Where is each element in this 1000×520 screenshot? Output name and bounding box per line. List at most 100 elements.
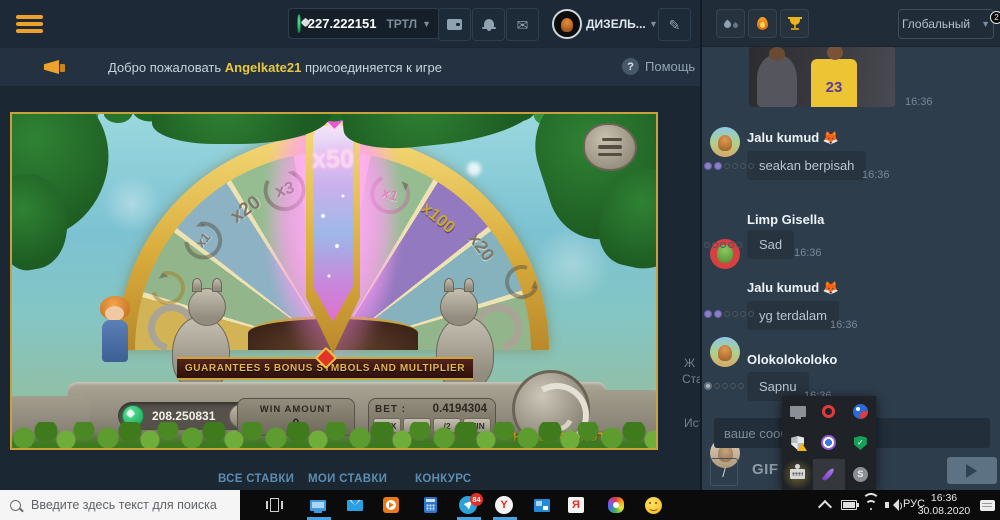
tab-my-bets[interactable]: МОИ СТАВКИ <box>308 473 387 485</box>
avatar[interactable] <box>710 337 740 367</box>
fire-icon <box>757 17 768 30</box>
trophy-icon <box>788 17 802 30</box>
balance-box[interactable]: 227.222151 ТРТЛ ▼ <box>288 8 440 39</box>
photo-jersey: 23 <box>811 59 857 107</box>
hot-button[interactable] <box>748 9 777 38</box>
tray-shield-check-icon[interactable]: ✓ <box>845 427 876 458</box>
tray-chevron-up[interactable] <box>812 490 838 520</box>
wallet-button[interactable] <box>438 8 471 41</box>
level-dots <box>704 242 742 248</box>
telegram-badge: 84 <box>470 493 483 506</box>
level-dots <box>704 310 754 318</box>
light-spot <box>102 174 162 234</box>
coin-icon <box>297 14 301 33</box>
message-author[interactable]: Olokolokoloko <box>747 352 837 367</box>
bet-value: 0.4194304 <box>433 403 487 415</box>
taskbar-app-emoji[interactable] <box>640 490 666 520</box>
message-time: 16:36 <box>830 319 858 331</box>
message-bubble: seakan berpisah <box>747 151 866 180</box>
tray-defender-warning-icon[interactable] <box>782 427 813 458</box>
tray-display-icon[interactable] <box>782 396 813 427</box>
hamburger-menu-icon[interactable] <box>16 12 43 36</box>
taskbar-search[interactable]: Введите здесь текст для поиска <box>0 490 240 520</box>
notification-bar: Добро пожаловать Angelkate21 присоединяе… <box>0 48 700 86</box>
bet-label: BET : <box>375 404 406 415</box>
taskbar-app-mail[interactable] <box>342 490 368 520</box>
notifications-button[interactable] <box>472 8 505 41</box>
messages-button[interactable]: ✉ <box>506 8 539 41</box>
megaphone-icon <box>44 58 66 76</box>
photo-figure <box>769 47 785 61</box>
taskbar-app-photos[interactable] <box>529 490 555 520</box>
tray-browser-icon[interactable] <box>845 396 876 427</box>
notification-text: Добро пожаловать Angelkate21 присоединяе… <box>108 60 442 75</box>
wheel-label-x1-left: x1 <box>193 230 214 251</box>
taskbar-app-yandex-browser[interactable]: Y <box>491 490 517 520</box>
search-placeholder: Введите здесь текст для поиска <box>31 498 217 512</box>
taskbar-app-calculator[interactable] <box>417 490 443 520</box>
task-view-button[interactable] <box>261 490 287 520</box>
main-column: 227.222151 ТРТЛ ▼ ✉ ДИЗЕЛЬ... ▼ ✎ Добро … <box>0 0 700 490</box>
taskbar-app-telegram[interactable]: 84 <box>455 490 481 520</box>
notification-username[interactable]: Angelkate21 <box>225 60 302 75</box>
level-dots <box>704 382 744 390</box>
tray-touch-keyboard-icon[interactable] <box>782 459 813 490</box>
photo-figure <box>757 55 797 107</box>
chevron-down-icon: ▼ <box>422 19 431 29</box>
action-center-badge: 2 <box>990 11 1000 24</box>
channel-selector[interactable]: Глобальный▼ <box>898 9 994 39</box>
tab-contest[interactable]: КОНКУРС <box>415 473 472 485</box>
rain-button[interactable] <box>716 9 745 38</box>
taskbar-app-yandex[interactable]: Я <box>563 490 589 520</box>
tray-time: 16:36 <box>916 492 972 505</box>
taskbar-app-paint3d[interactable] <box>603 490 629 520</box>
gif-button[interactable]: GIF <box>752 461 779 478</box>
send-arrow-icon <box>966 464 984 478</box>
username[interactable]: ДИЗЕЛЬ... <box>586 17 646 31</box>
taskbar-app-media[interactable] <box>378 490 404 520</box>
bushes <box>12 422 656 450</box>
help-button[interactable]: ? Помощь <box>622 58 695 75</box>
message-bubble: Sad <box>747 230 794 259</box>
chevron-down-icon: ▼ <box>981 19 990 29</box>
action-center-button[interactable] <box>974 490 1000 520</box>
message-time: 16:36 <box>862 169 890 181</box>
chat-photo-basketball[interactable]: 23 <box>749 47 895 107</box>
taskbar-app-computer[interactable] <box>305 490 331 520</box>
message-bubble: yg terdalam <box>747 301 839 330</box>
avatar[interactable] <box>710 127 740 157</box>
windows-taskbar: Введите здесь текст для поиска 84 Y Я РУ… <box>0 490 1000 520</box>
clock[interactable]: 16:36 30.08.2020 <box>916 492 972 518</box>
send-button[interactable] <box>947 457 997 484</box>
tab-all-bets[interactable]: ВСЕ СТАВКИ <box>218 473 294 485</box>
message-author[interactable]: Jalu kumud 🦊 <box>747 280 839 296</box>
pencil-icon: ✎ <box>669 18 681 32</box>
tray-media-ring-icon[interactable] <box>813 427 844 458</box>
user-chevron-down-icon[interactable]: ▼ <box>649 19 658 29</box>
tray-skype-icon[interactable]: S <box>845 459 876 490</box>
tray-feather-icon[interactable] <box>813 459 844 490</box>
edit-button[interactable]: ✎ <box>658 8 691 41</box>
tournament-button[interactable] <box>780 9 809 38</box>
message-time: 16:36 <box>794 247 822 259</box>
slash-command-button[interactable]: / <box>710 458 738 486</box>
message-author[interactable]: Jalu kumud 🦊 <box>747 130 839 146</box>
balance-amount: 227.222151 <box>308 16 377 31</box>
fox-badge-icon: 🦊 <box>823 280 839 295</box>
tray-opera-icon[interactable] <box>813 396 844 427</box>
tray-date: 30.08.2020 <box>916 505 972 518</box>
search-icon <box>10 500 21 511</box>
question-icon: ? <box>622 58 639 75</box>
light-spot <box>467 162 481 176</box>
message-author[interactable]: Limp Gisella <box>747 212 824 227</box>
tray-overflow-popup: ✓ S <box>782 396 876 490</box>
game-menu-button[interactable] <box>583 123 637 171</box>
game-frame: x1 x20 x3 x1 x100 x20 x50 <box>10 112 658 450</box>
message-time: 16:36 <box>905 96 933 108</box>
side-label-ist: Ист <box>684 416 700 430</box>
envelope-icon: ✉ <box>517 18 529 32</box>
level-dots <box>704 162 754 170</box>
user-avatar[interactable] <box>552 9 582 39</box>
chat-header: Глобальный▼ <box>702 0 1000 47</box>
currency-selector[interactable]: ТРТЛ <box>386 17 417 31</box>
